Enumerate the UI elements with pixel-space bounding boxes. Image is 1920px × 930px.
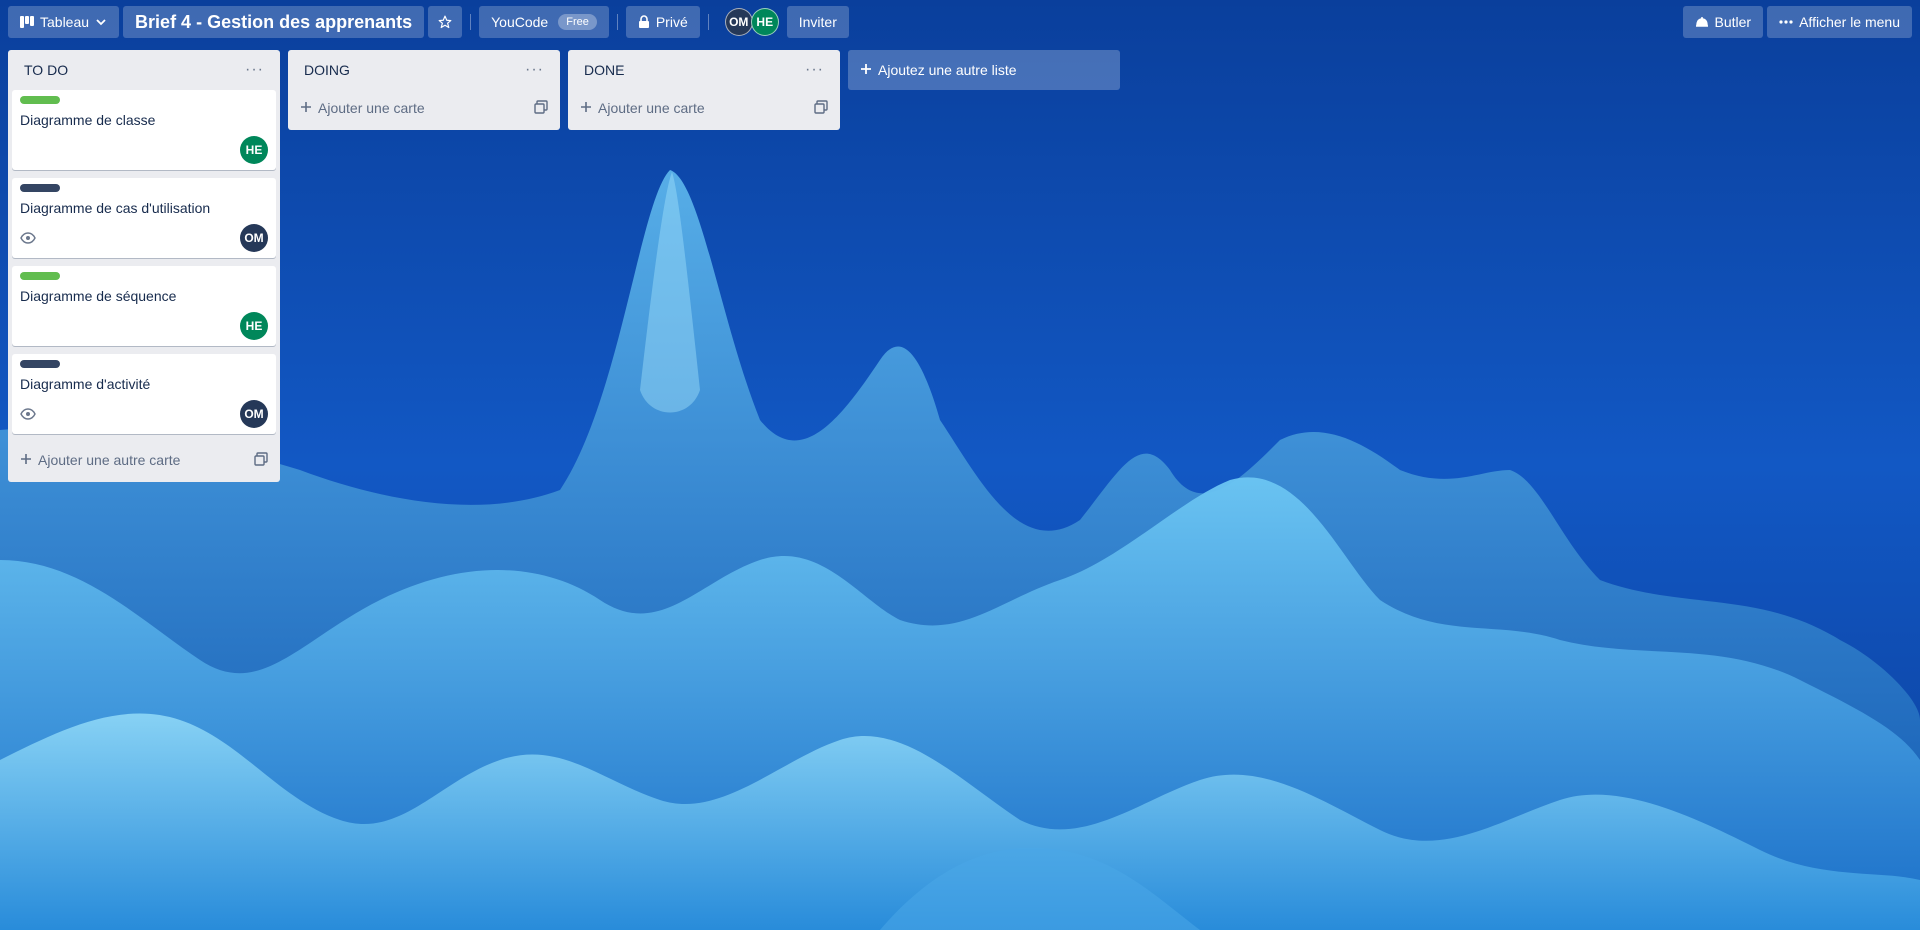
plus-icon [860, 62, 872, 78]
card[interactable]: Diagramme d'activité OM [12, 354, 276, 434]
card-member-avatar[interactable]: HE [240, 136, 268, 164]
card-footer: HE [20, 312, 268, 340]
list-header: DOING ··· [292, 50, 556, 90]
plus-icon [20, 452, 32, 468]
card[interactable]: Diagramme de séquence HE [12, 266, 276, 346]
card-template-icon[interactable] [814, 99, 828, 117]
add-list-button[interactable]: Ajoutez une autre liste [848, 50, 1120, 90]
board-lists: TO DO ··· Diagramme de classe HE Diagram… [8, 50, 1120, 482]
add-card-label: Ajouter une carte [318, 100, 425, 116]
list-menu-icon[interactable]: ··· [521, 59, 548, 81]
card-label[interactable] [20, 96, 60, 104]
card-footer: OM [20, 224, 268, 252]
show-menu-button[interactable]: Afficher le menu [1767, 6, 1912, 38]
list-title[interactable]: DOING [304, 62, 350, 78]
card-title: Diagramme de classe [20, 112, 156, 128]
card-template-icon[interactable] [254, 451, 268, 469]
card-member-avatar[interactable]: OM [240, 400, 268, 428]
card-title: Diagramme d'activité [20, 376, 151, 392]
butler-button[interactable]: Butler [1682, 6, 1764, 38]
list-menu-icon[interactable]: ··· [801, 59, 828, 81]
board-members: OM HE [724, 8, 779, 36]
add-card-button[interactable]: Ajouter une carte [572, 90, 836, 126]
header-divider [707, 14, 709, 30]
invite-button[interactable]: Inviter [786, 6, 849, 38]
show-menu-label: Afficher le menu [1799, 14, 1900, 30]
butler-label: Butler [1714, 14, 1752, 30]
header-divider [616, 14, 618, 30]
lock-icon [638, 15, 650, 29]
member-avatar[interactable]: OM [724, 8, 753, 36]
list-header: TO DO ··· [12, 50, 276, 90]
member-avatar[interactable]: HE [750, 8, 779, 36]
card-member-avatar[interactable]: OM [240, 224, 268, 252]
list-title[interactable]: TO DO [24, 62, 68, 78]
workspace-button[interactable]: YouCode Free [479, 6, 609, 38]
card[interactable]: Diagramme de cas d'utilisation OM [12, 178, 276, 258]
card[interactable]: Diagramme de classe HE [12, 90, 276, 170]
visibility-button[interactable]: Privé [625, 6, 700, 38]
card-label[interactable] [20, 184, 60, 192]
board-title[interactable]: Brief 4 - Gestion des apprenants [123, 6, 425, 38]
board-header: Tableau Brief 4 - Gestion des apprenants… [0, 0, 1920, 44]
card-footer: HE [20, 136, 268, 164]
watching-eye-icon [20, 232, 36, 244]
header-divider [470, 14, 472, 30]
card-title: Diagramme de séquence [20, 288, 177, 304]
list-doing: DOING ··· Ajouter une carte [288, 50, 560, 130]
card-label[interactable] [20, 360, 60, 368]
list-title[interactable]: DONE [584, 62, 624, 78]
card-member-avatar[interactable]: HE [240, 312, 268, 340]
plus-icon [300, 100, 312, 116]
header-right-actions: Butler Afficher le menu [1682, 6, 1912, 38]
card-title: Diagramme de cas d'utilisation [20, 200, 211, 216]
star-icon [438, 15, 452, 29]
more-dots-icon [1779, 20, 1793, 24]
view-switcher-label: Tableau [40, 14, 90, 30]
add-card-label: Ajouter une autre carte [38, 452, 181, 468]
add-list-label: Ajoutez une autre liste [878, 62, 1017, 78]
star-board-button[interactable] [428, 6, 463, 38]
board-view-icon [20, 16, 34, 28]
view-switcher-button[interactable]: Tableau [8, 6, 120, 38]
card-label[interactable] [20, 272, 60, 280]
visibility-label: Privé [655, 14, 688, 30]
chevron-down-icon [95, 16, 107, 28]
add-card-button[interactable]: Ajouter une autre carte [12, 442, 276, 478]
add-card-label: Ajouter une carte [598, 100, 705, 116]
add-card-button[interactable]: Ajouter une carte [292, 90, 556, 126]
list-header: DONE ··· [572, 50, 836, 90]
card-footer: OM [20, 400, 268, 428]
workspace-name: YouCode [491, 14, 549, 30]
card-template-icon[interactable] [534, 99, 548, 117]
list-done: DONE ··· Ajouter une carte [568, 50, 840, 130]
workspace-plan-badge: Free [558, 14, 597, 30]
list-menu-icon[interactable]: ··· [241, 59, 268, 81]
plus-icon [580, 100, 592, 116]
butler-bell-icon [1695, 16, 1709, 28]
watching-eye-icon [20, 408, 36, 420]
list-todo: TO DO ··· Diagramme de classe HE Diagram… [8, 50, 280, 482]
